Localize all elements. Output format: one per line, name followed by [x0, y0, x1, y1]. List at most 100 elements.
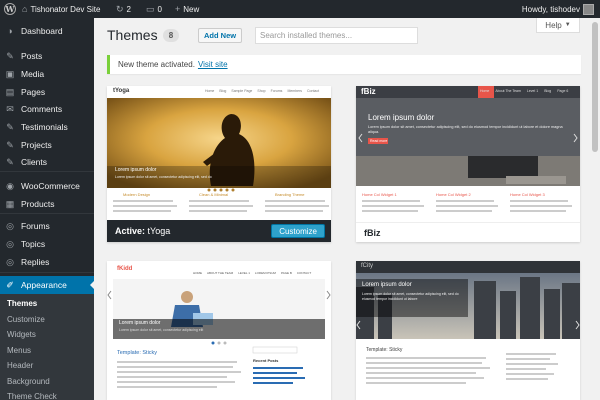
- home-icon: ⌂: [22, 4, 28, 14]
- theme-name-bar-fbiz: fBiz: [356, 222, 580, 242]
- theme-card-tyoga[interactable]: tYoga Home Blog Sample Page Shop Forums Membe…: [107, 86, 331, 242]
- woo-icon: ◉: [6, 180, 14, 191]
- refresh-icon: ↻: [116, 3, 124, 14]
- fbiz-slide-title: Lorem ipsum dolor: [368, 113, 435, 122]
- sidebar-item-label: Projects: [21, 140, 52, 150]
- add-new-theme-button[interactable]: Add New: [198, 28, 243, 43]
- fcity-slide-title: Lorem ipsum dolor: [362, 282, 412, 288]
- tyoga-nav-item: Sample Page: [231, 89, 253, 93]
- page-icon: ▤: [5, 86, 15, 97]
- theme-screenshot-fbiz[interactable]: fBiz Home About The Team Level 1 Blog Page 6…: [356, 86, 580, 222]
- submenu-item-menus[interactable]: Menus: [7, 346, 31, 355]
- theme-name-fbiz: fBiz: [364, 227, 381, 238]
- dashboard-icon: ◑: [7, 26, 13, 36]
- sidebar-item-pages[interactable]: ▤ Pages: [0, 83, 94, 101]
- sidebar-item-label: Forums: [21, 221, 50, 231]
- tyoga-nav: Home Blog Sample Page Shop Forums Members Cont…: [205, 89, 319, 93]
- sidebar-item-media[interactable]: ▣ Media: [0, 65, 94, 83]
- menu-separator: [0, 171, 94, 172]
- sidebar-item-comments[interactable]: ✉ Comments: [0, 100, 94, 118]
- sidebar-item-projects[interactable]: ✎ Projects: [0, 136, 94, 154]
- fbiz-column-title: Home Col Widget 3: [510, 192, 545, 197]
- scrollbar-thumb[interactable]: [592, 22, 598, 152]
- customize-button[interactable]: Customize: [271, 224, 325, 238]
- submenu-item-background[interactable]: Background: [7, 377, 50, 386]
- theme-card-fcity[interactable]: fCity Lorem ipsum dolor Lorem ipsum dolo…: [356, 261, 580, 400]
- sidebar-item-label: Testimonials: [21, 122, 68, 132]
- theme-card-fbiz[interactable]: fBiz Home About The Team Level 1 Blog Page 6…: [356, 86, 580, 242]
- fcity-logo: fCity: [361, 263, 373, 269]
- submenu-item-theme-check[interactable]: Theme Check: [7, 392, 57, 400]
- theme-count-badge: 8: [163, 29, 179, 42]
- theme-screenshot-fcity[interactable]: fCity Lorem ipsum dolor Lorem ipsum dolo…: [356, 261, 580, 400]
- topics-icon: ◎: [6, 238, 14, 249]
- fkidd-nav-item: LOREM IPSUM: [254, 271, 276, 275]
- sidebar-item-label: Comments: [21, 104, 63, 114]
- sidebar-item-label: Clients: [21, 157, 47, 167]
- howdy-text: Howdy, tishodev: [521, 4, 580, 14]
- sidebar-item-products[interactable]: ▦ Products: [0, 195, 94, 213]
- sidebar-item-testimonials[interactable]: ✎ Testimonials: [0, 118, 94, 136]
- theme-activated-notice: New theme activated. Visit site: [107, 55, 581, 74]
- help-tab-button[interactable]: Help ▼: [536, 18, 580, 33]
- fbiz-read-more: Read more: [370, 139, 388, 143]
- theme-card-fkidd[interactable]: fKidd HOME ABOUT THE TEAM LEVEL 1 LOREM IPS…: [107, 261, 331, 400]
- page-title: Themes: [107, 27, 158, 43]
- fkidd-nav: HOME ABOUT THE TEAM LEVEL 1 LOREM IPSUM PAGE…: [193, 271, 311, 275]
- appearance-submenu: Themes Customize Widgets Menus Header Backgro…: [0, 294, 94, 400]
- comments-link[interactable]: ▭ 0: [146, 0, 162, 18]
- account-menu[interactable]: Howdy, tishodev: [522, 0, 594, 18]
- pin-icon: ✎: [6, 50, 14, 61]
- tyoga-column-title: Branding Theme: [275, 192, 305, 197]
- sidebar-item-topics[interactable]: ◎ Topics: [0, 235, 94, 253]
- comment-icon: ✉: [6, 103, 14, 114]
- tyoga-nav-item: Contact: [307, 89, 320, 93]
- new-content-link[interactable]: + New: [175, 0, 199, 18]
- fbiz-nav-item: Home: [480, 89, 490, 93]
- fkidd-sidebar-title: Recent Posts: [253, 358, 279, 363]
- tyoga-slide-title: Lorem ipsum dolor: [115, 167, 157, 173]
- fkidd-nav-item: PAGE B: [280, 271, 292, 275]
- wordpress-logo-icon[interactable]: W: [4, 0, 16, 18]
- fkidd-nav-item: HOME: [193, 271, 202, 275]
- tyoga-logo: tYoga: [113, 88, 130, 94]
- updates-link[interactable]: ↻ 2: [116, 0, 131, 18]
- sidebar-item-dashboard[interactable]: ◑ Dashboard: [0, 22, 94, 40]
- fbiz-nav-item: About The Team: [495, 89, 521, 93]
- fbiz-nav: Home About The Team Level 1 Blog Page 6: [480, 89, 568, 93]
- fbiz-logo: fBiz: [361, 87, 376, 96]
- pin-icon: ✎: [6, 156, 14, 167]
- sidebar-item-label: Appearance: [21, 280, 67, 290]
- sidebar-item-label: Products: [21, 199, 55, 209]
- sidebar-item-posts[interactable]: ✎ Posts: [0, 47, 94, 65]
- theme-screenshot-fkidd[interactable]: fKidd HOME ABOUT THE TEAM LEVEL 1 LOREM IPS…: [107, 261, 331, 400]
- sidebar-item-label: Media: [21, 69, 45, 79]
- sidebar-item-label: Posts: [21, 51, 43, 61]
- sidebar-item-woocommerce[interactable]: ◉ WooCommerce: [0, 177, 94, 195]
- sidebar-item-label: Pages: [21, 87, 46, 97]
- sidebar-item-clients[interactable]: ✎ Clients: [0, 153, 94, 171]
- tyoga-column-title: Clean & Minimal: [199, 192, 229, 197]
- sidebar-item-replies[interactable]: ◎ Replies: [0, 253, 94, 271]
- submenu-item-header[interactable]: Header: [7, 361, 33, 370]
- caret-down-icon: ▼: [564, 22, 571, 28]
- submenu-item-themes[interactable]: Themes: [7, 299, 37, 308]
- search-themes-input[interactable]: Search installed themes...: [255, 27, 418, 44]
- fkidd-post-title: Template: Sticky: [117, 350, 158, 356]
- theme-screenshot-tyoga[interactable]: tYoga Home Blog Sample Page Shop Forums Membe…: [107, 86, 331, 220]
- forums-icon: ◎: [6, 220, 14, 231]
- fcity-post-title: Template: Sticky: [366, 347, 403, 353]
- tyoga-nav-item: Shop: [257, 89, 266, 93]
- sidebar-item-appearance[interactable]: ✐ Appearance: [0, 276, 94, 294]
- sidebar-item-label: WooCommerce: [21, 181, 80, 191]
- submenu-item-widgets[interactable]: Widgets: [7, 330, 36, 339]
- fbiz-nav-item: Level 1: [526, 89, 539, 93]
- updates-count: 2: [126, 4, 131, 14]
- submenu-item-customize[interactable]: Customize: [7, 315, 45, 324]
- admin-sidebar: ◑ Dashboard ✎ Posts ▣ Media ▤ Pages ✉ Comments ✎ Te…: [0, 18, 94, 400]
- pin-icon: ✎: [6, 139, 14, 150]
- sidebar-item-forums[interactable]: ◎ Forums: [0, 217, 94, 235]
- site-name-link[interactable]: ⌂ Tishonator Dev Site: [22, 0, 100, 18]
- visit-site-link[interactable]: Visit site: [198, 60, 228, 69]
- theme-name-tyoga: tYoga: [147, 226, 171, 236]
